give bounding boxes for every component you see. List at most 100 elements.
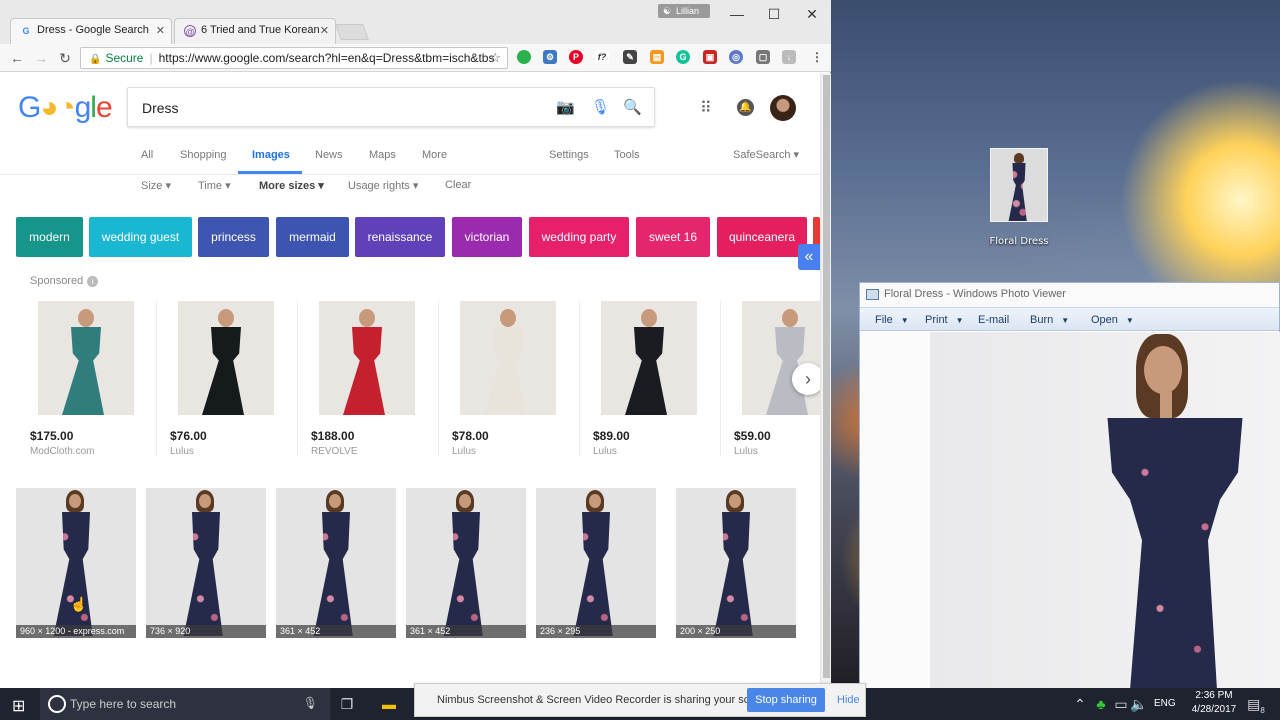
eyedropper-extension-icon[interactable]: ✎: [623, 50, 637, 64]
app-tray-icon[interactable]: ♣: [1091, 694, 1111, 714]
next-products-button[interactable]: ›: [792, 363, 820, 395]
start-button[interactable]: ⊞: [12, 696, 25, 716]
menu-open[interactable]: Open ▼: [1091, 314, 1134, 326]
product-store: Lulus: [452, 446, 476, 457]
close-tab-icon[interactable]: ✕: [320, 24, 329, 37]
menu-icon[interactable]: ⋮: [810, 50, 824, 64]
image-result[interactable]: 361 × 452: [276, 488, 396, 638]
tab-images[interactable]: Images: [252, 149, 290, 161]
image-result[interactable]: 361 × 452: [406, 488, 526, 638]
tab-all[interactable]: All: [141, 149, 153, 161]
new-tab-button[interactable]: [335, 24, 369, 40]
product-store: Lulus: [734, 446, 758, 457]
bookmark-star-icon[interactable]: ☆: [489, 48, 501, 68]
usage-rights-filter[interactable]: Usage rights ▾: [348, 179, 418, 192]
action-center-icon[interactable]: ▤8: [1246, 694, 1266, 715]
more-sizes-filter[interactable]: More sizes ▾: [259, 179, 324, 192]
microphone-icon[interactable]: 🎙: [303, 696, 318, 710]
product-image[interactable]: [460, 301, 556, 415]
chip-wedding-party[interactable]: wedding party: [529, 217, 629, 257]
clock[interactable]: 2:36 PM 4/28/2017: [1186, 689, 1242, 717]
cortana-icon[interactable]: [48, 695, 66, 713]
search-input[interactable]: Dress: [142, 100, 179, 116]
back-button[interactable]: ←: [7, 48, 27, 68]
reload-button[interactable]: ↻: [55, 48, 75, 68]
battery-icon[interactable]: ▭: [1111, 694, 1131, 714]
chip-mermaid[interactable]: mermaid: [276, 217, 349, 257]
apps-grid-icon[interactable]: ⠿: [700, 98, 712, 118]
tab-news[interactable]: News: [315, 149, 343, 161]
volume-icon[interactable]: 🔈: [1129, 694, 1149, 714]
extension-icon[interactable]: ⚙: [543, 50, 557, 64]
info-icon[interactable]: i: [87, 276, 99, 287]
tab-shopping[interactable]: Shopping: [180, 149, 227, 161]
viewer-titlebar[interactable]: Floral Dress - Windows Photo Viewer: [860, 283, 1279, 307]
minimize-button[interactable]: —: [722, 4, 752, 24]
close-window-button[interactable]: ✕: [797, 4, 827, 24]
chip-wedding-guest[interactable]: wedding guest: [89, 217, 192, 257]
camera-icon[interactable]: 📷: [556, 98, 575, 116]
taskbar-search[interactable]: Type here to search 🎙: [40, 688, 330, 720]
grammarly-extension-icon[interactable]: G: [676, 50, 690, 64]
chip-modern[interactable]: modern: [16, 217, 83, 257]
tab-maps[interactable]: Maps: [369, 149, 396, 161]
product-image[interactable]: [38, 301, 134, 415]
formula-extension-icon[interactable]: f?: [595, 50, 609, 64]
show-hidden-icons-icon[interactable]: ⌃: [1070, 694, 1090, 714]
chip-princess[interactable]: princess: [198, 217, 269, 257]
image-result[interactable]: 736 × 920: [146, 488, 266, 638]
maximize-button[interactable]: ☐: [759, 4, 789, 24]
desktop-file-icon[interactable]: Floral Dress: [980, 148, 1058, 247]
tab-more[interactable]: More: [422, 149, 447, 161]
time-filter-label: Time: [198, 180, 223, 192]
extension-icon[interactable]: ▢: [756, 50, 770, 64]
pinterest-extension-icon[interactable]: P: [569, 50, 583, 64]
menu-print[interactable]: Print ▼: [925, 314, 964, 326]
time-filter[interactable]: Time ▾: [198, 179, 231, 192]
task-view-icon[interactable]: ❐: [337, 694, 357, 714]
menu-email[interactable]: E-mail: [978, 314, 1009, 326]
chip-sweet-16[interactable]: sweet 16: [636, 217, 710, 257]
menu-burn[interactable]: Burn ▼: [1030, 314, 1069, 326]
safesearch-dropdown[interactable]: SafeSearch ▾: [733, 148, 799, 161]
language-indicator[interactable]: ENG: [1154, 698, 1176, 709]
tab-google-search[interactable]: G Dress - Google Search ✕: [10, 18, 172, 44]
collapse-chips-button[interactable]: «: [798, 244, 820, 270]
forward-button[interactable]: →: [31, 48, 51, 68]
product-image[interactable]: [742, 301, 820, 415]
notifications-icon[interactable]: 🔔: [737, 99, 754, 116]
clear-filter[interactable]: Clear: [445, 179, 471, 191]
chip-victorian[interactable]: victorian: [452, 217, 522, 257]
google-logo[interactable]: G◕◔gle: [18, 91, 113, 125]
product-image[interactable]: [319, 301, 415, 415]
close-tab-icon[interactable]: ✕: [156, 24, 165, 37]
extension-icon[interactable]: ▣: [703, 50, 717, 64]
settings-link[interactable]: Settings: [549, 149, 589, 161]
address-bar[interactable]: 🔒 Secure | https://www.google.com/search?hl…: [80, 47, 508, 69]
chip-renaissance[interactable]: renaissance: [355, 217, 445, 257]
stop-sharing-button[interactable]: Stop sharing: [747, 688, 825, 712]
product-image[interactable]: [178, 301, 274, 415]
product-image[interactable]: [601, 301, 697, 415]
avatar[interactable]: [770, 95, 796, 121]
image-result[interactable]: 200 × 250: [676, 488, 796, 638]
menu-file[interactable]: File ▼: [875, 314, 909, 326]
scrollbar-thumb[interactable]: [823, 75, 830, 678]
hide-sharing-bar-link[interactable]: Hide: [837, 694, 860, 706]
page-scrollbar[interactable]: [820, 73, 831, 690]
microphone-icon[interactable]: 🎙: [591, 98, 610, 116]
search-icon[interactable]: 🔍: [623, 98, 642, 116]
file-explorer-icon[interactable]: ▬: [379, 694, 399, 714]
extension-icon[interactable]: ◎: [729, 50, 743, 64]
profile-button[interactable]: ☯ Lillian: [658, 4, 710, 18]
image-result[interactable]: 236 × 295: [536, 488, 656, 638]
extension-icon[interactable]: ▤: [650, 50, 664, 64]
evernote-extension-icon[interactable]: [517, 50, 531, 64]
tools-link[interactable]: Tools: [614, 149, 640, 161]
chip-quinceanera[interactable]: quinceanera: [717, 217, 807, 257]
image-result[interactable]: 960 × 1200 - express.com: [16, 488, 136, 638]
extension-icon[interactable]: ↓: [782, 50, 796, 64]
search-box[interactable]: Dress 📷 🎙 🔍: [127, 87, 655, 127]
tab-korean-article[interactable]: @ 6 Tried and True Korean ✕: [174, 18, 336, 44]
size-filter[interactable]: Size ▾: [141, 179, 171, 192]
